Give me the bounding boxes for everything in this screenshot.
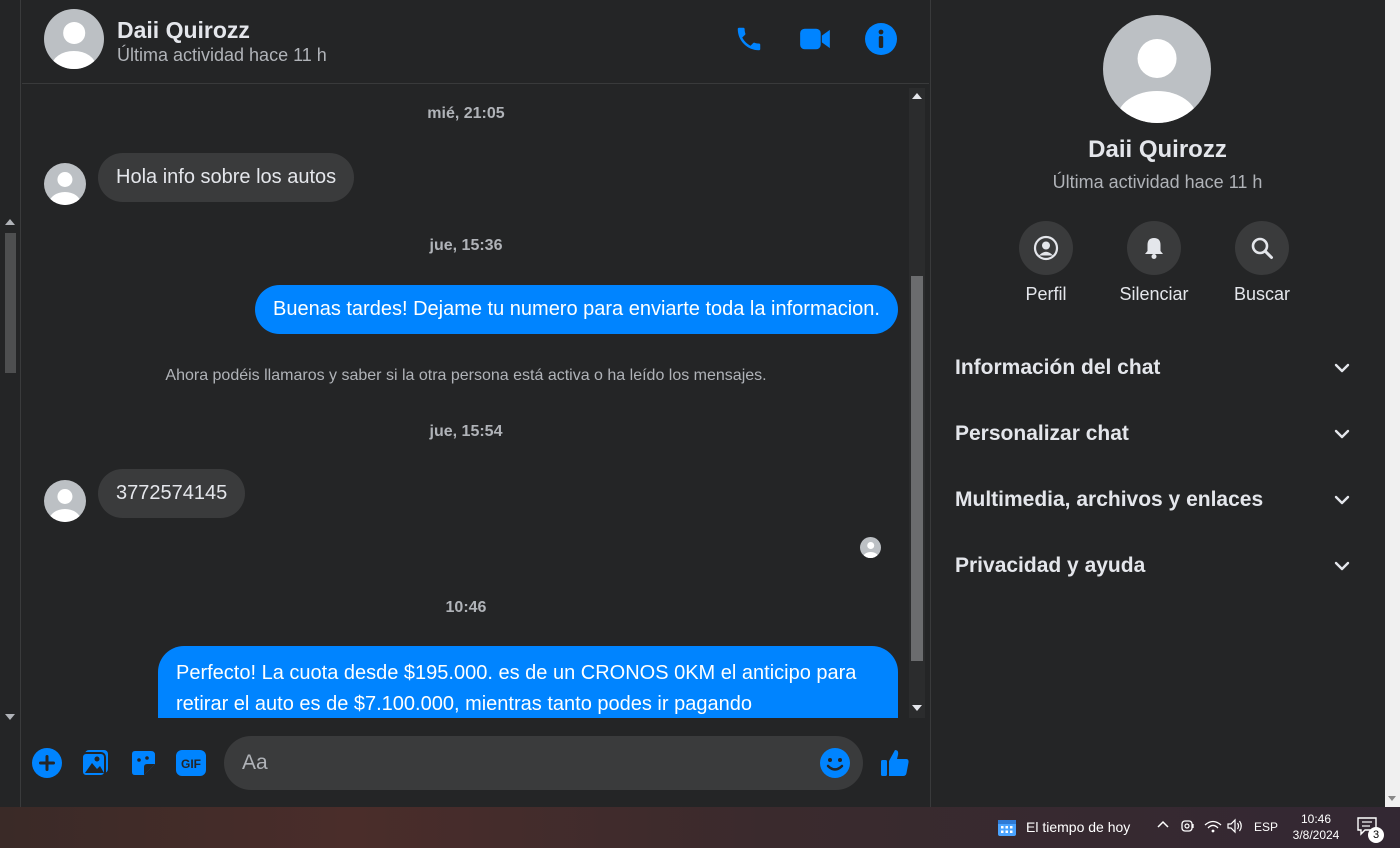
clock-date: 3/8/2024 xyxy=(1292,828,1340,842)
profile-name: Daii Quirozz xyxy=(1088,136,1227,163)
scroll-down-arrow[interactable] xyxy=(1388,796,1396,801)
volume-icon[interactable] xyxy=(1226,818,1244,837)
info-icon[interactable] xyxy=(864,22,898,56)
chevron-down-icon xyxy=(1334,429,1350,439)
section-title: Personalizar chat xyxy=(955,422,1129,445)
incoming-message[interactable]: 3772574145 xyxy=(98,469,246,518)
section-media-files-links[interactable]: Multimedia, archivos y enlaces xyxy=(941,472,1366,528)
page-scrollbar[interactable] xyxy=(1385,0,1400,807)
contact-avatar[interactable] xyxy=(44,9,104,69)
clock-time: 10:46 xyxy=(1300,812,1332,826)
video-icon[interactable] xyxy=(798,22,832,56)
profile-avatar[interactable] xyxy=(1103,15,1211,123)
taskbar: El tiempo de hoy ESP 10:46 3/8/2024 3 xyxy=(0,807,1400,848)
sender-avatar[interactable] xyxy=(44,163,86,205)
like-icon[interactable] xyxy=(878,746,912,780)
scroll-up-arrow[interactable] xyxy=(5,219,15,225)
sticker-icon[interactable] xyxy=(126,746,160,780)
calendar-icon xyxy=(998,820,1016,836)
scroll-up-arrow[interactable] xyxy=(912,93,922,99)
chevron-down-icon xyxy=(1334,495,1350,505)
profile-button[interactable]: Perfil xyxy=(1001,221,1091,305)
gif-label: GIF xyxy=(181,757,201,771)
section-title: Multimedia, archivos y enlaces xyxy=(955,488,1264,511)
message-list-scrollbar[interactable] xyxy=(909,88,925,718)
section-title: Privacidad y ayuda xyxy=(955,554,1146,577)
scroll-down-arrow[interactable] xyxy=(912,705,922,711)
seen-indicator-avatar xyxy=(860,537,881,558)
notification-count: 3 xyxy=(1368,827,1384,843)
plus-icon[interactable] xyxy=(30,746,64,780)
chevron-down-icon xyxy=(1334,561,1350,571)
outgoing-message[interactable]: Buenas tardes! Dejame tu numero para env… xyxy=(254,285,898,334)
message-timestamp: jue, 15:54 xyxy=(429,423,503,440)
profile-icon xyxy=(1033,235,1059,261)
incoming-message[interactable]: Hola info sobre los autos xyxy=(98,153,355,202)
search-icon xyxy=(1251,237,1273,259)
wifi-icon[interactable] xyxy=(1204,818,1222,837)
chat-header: Daii Quirozz Última actividad hace 11 h xyxy=(22,0,929,84)
message-list[interactable]: mié, 21:05 Hola info sobre los autos jue… xyxy=(22,86,910,718)
section-privacy-help[interactable]: Privacidad y ayuda xyxy=(941,538,1366,594)
search-label: Buscar xyxy=(1233,284,1291,304)
profile-status: Última actividad hace 11 h xyxy=(1052,172,1263,192)
chevron-up-icon[interactable] xyxy=(1155,817,1171,836)
outgoing-message[interactable]: Perfecto! La cuota desde $195.000. es de… xyxy=(158,646,898,718)
search-button[interactable]: Buscar xyxy=(1217,221,1307,305)
scroll-thumb[interactable] xyxy=(911,276,923,661)
phone-icon[interactable] xyxy=(732,22,766,56)
section-customize-chat[interactable]: Personalizar chat xyxy=(941,406,1366,462)
conversation-list-scrollbar[interactable] xyxy=(0,0,21,807)
image-icon[interactable] xyxy=(78,746,112,780)
message-timestamp: 10:46 xyxy=(445,599,487,616)
section-chat-info[interactable]: Información del chat xyxy=(941,340,1366,396)
mute-label: Silenciar xyxy=(1119,284,1189,304)
message-timestamp: mié, 21:05 xyxy=(427,105,505,122)
emoji-icon[interactable] xyxy=(819,747,851,779)
contact-status: Última actividad hace 11 h xyxy=(117,45,327,65)
language-indicator[interactable]: ESP xyxy=(1254,820,1278,834)
notification-icon[interactable]: 3 xyxy=(1356,816,1384,843)
bell-icon xyxy=(1145,238,1163,259)
chat-panel: Daii Quirozz Última actividad hace 11 h … xyxy=(22,0,929,807)
sender-avatar[interactable] xyxy=(44,480,86,522)
mute-button[interactable]: Silenciar xyxy=(1109,221,1199,305)
camera-tray-icon[interactable] xyxy=(1180,818,1196,837)
gif-icon[interactable]: GIF xyxy=(174,746,208,780)
section-title: Información del chat xyxy=(955,356,1161,379)
system-note: Ahora podéis llamaros y saber si la otra… xyxy=(165,367,767,384)
profile-label: Perfil xyxy=(1025,284,1067,304)
conversation-info-panel: Daii Quirozz Última actividad hace 11 h … xyxy=(930,0,1385,807)
chevron-down-icon xyxy=(1334,363,1350,373)
scroll-thumb[interactable] xyxy=(5,233,16,373)
message-timestamp: jue, 15:36 xyxy=(429,237,503,254)
scroll-down-arrow[interactable] xyxy=(5,714,15,720)
weather-label: El tiempo de hoy xyxy=(1026,819,1131,835)
contact-name[interactable]: Daii Quirozz xyxy=(117,17,250,44)
message-composer: GIF xyxy=(22,726,929,807)
clock[interactable]: 10:46 3/8/2024 xyxy=(1286,811,1346,843)
weather-widget[interactable]: El tiempo de hoy xyxy=(996,816,1130,838)
message-input[interactable] xyxy=(224,736,863,790)
